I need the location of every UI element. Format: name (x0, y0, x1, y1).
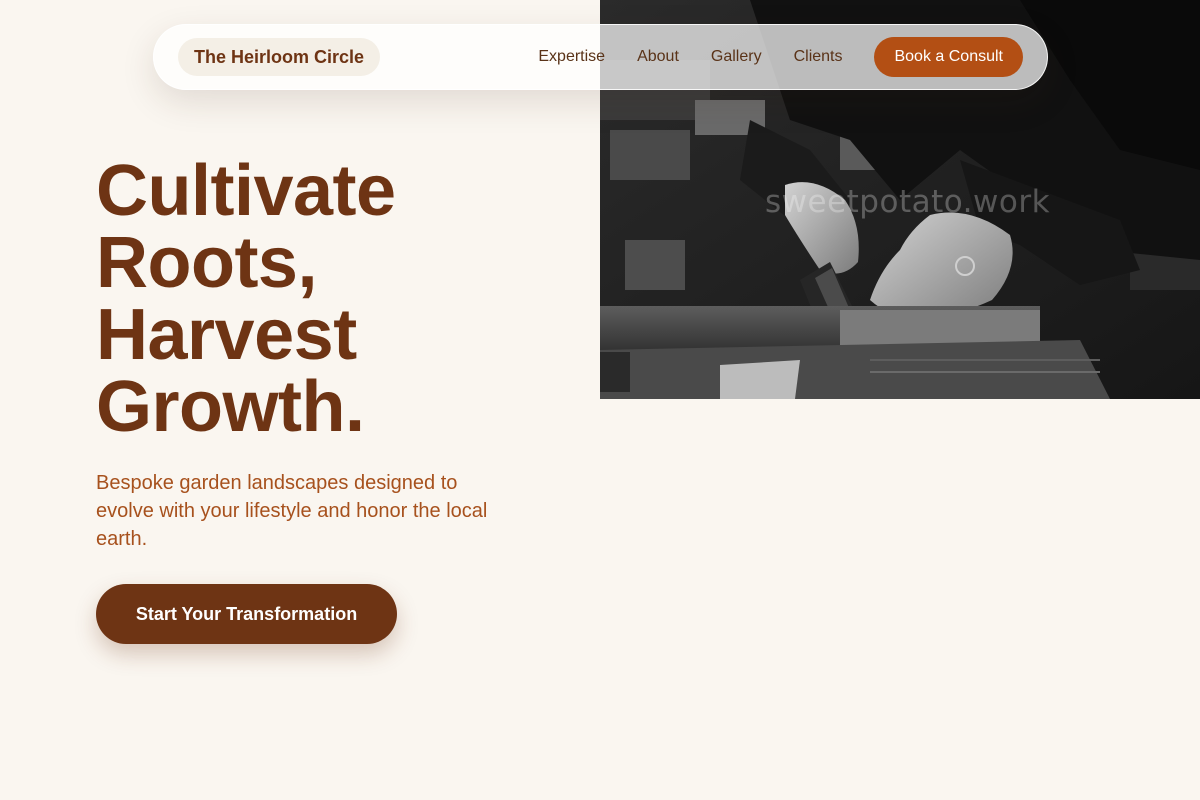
nav-link-about[interactable]: About (637, 48, 679, 66)
headline-line: Growth. (96, 367, 365, 447)
start-transformation-button[interactable]: Start Your Transformation (96, 584, 397, 644)
nav-link-expertise[interactable]: Expertise (538, 48, 605, 66)
nav-link-gallery[interactable]: Gallery (711, 48, 762, 66)
nav-links: Expertise About Gallery Clients (538, 48, 842, 66)
book-consult-button[interactable]: Book a Consult (874, 37, 1023, 77)
hero-subtext: Bespoke garden landscapes designed to ev… (96, 472, 488, 550)
top-navbar: The Heirloom Circle Expertise About Gall… (153, 24, 1048, 90)
hero-headline: Cultivate Roots, Harvest Growth. (96, 155, 566, 443)
landing-page: sweetpotato.work The Heirloom Circle Exp… (0, 0, 1200, 800)
nav-link-clients[interactable]: Clients (794, 48, 843, 66)
brand-logo[interactable]: The Heirloom Circle (178, 38, 381, 76)
headline-line: Roots, (96, 223, 317, 303)
image-watermark: sweetpotato.work (765, 184, 1051, 220)
headline-line: Harvest (96, 295, 357, 375)
headline-line: Cultivate (96, 151, 396, 231)
